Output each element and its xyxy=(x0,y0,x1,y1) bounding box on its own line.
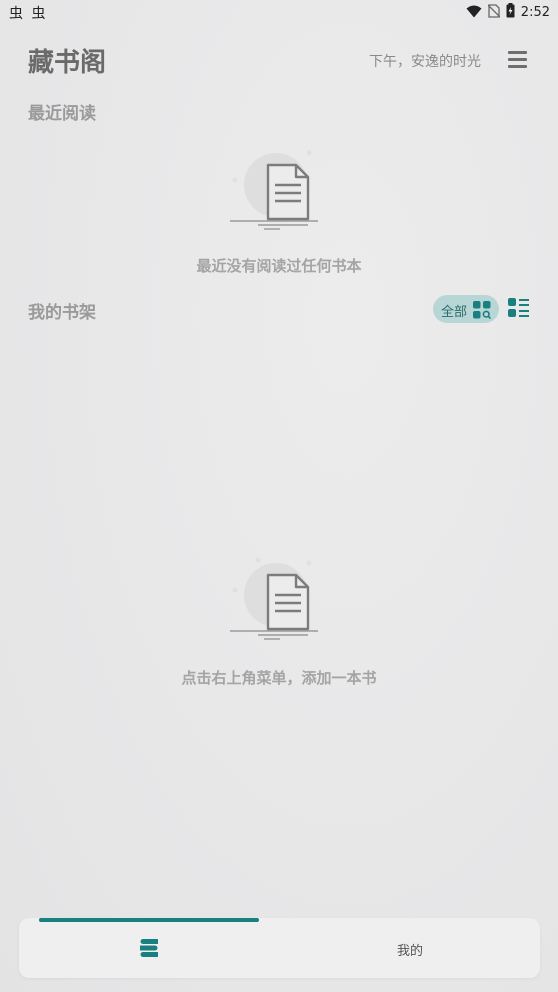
shelf-filter-button[interactable]: 全部 xyxy=(433,295,499,323)
bookshelf-icon xyxy=(139,939,159,961)
greeting-text: 下午，安逸的时光 xyxy=(369,54,481,70)
tab-mine[interactable]: 我的 xyxy=(279,922,540,978)
recent-empty-text: 最近没有阅读过任何书本 xyxy=(196,257,362,275)
filter-label: 全部 xyxy=(441,305,468,320)
document-icon xyxy=(230,557,318,640)
recent-empty-illustration xyxy=(228,147,320,237)
bottom-nav: 我的 xyxy=(19,918,540,978)
hamburger-menu-icon[interactable] xyxy=(505,48,531,72)
tab-bookshelf[interactable] xyxy=(19,922,279,978)
no-sim-icon xyxy=(487,3,501,22)
status-notification-icons: 虫 虫 xyxy=(9,6,48,22)
status-time: 2:52 xyxy=(520,5,550,20)
status-bar: 虫 虫 2:52 xyxy=(0,0,558,24)
recent-reading-title: 最近阅读 xyxy=(28,104,96,124)
status-right-group: 2:52 xyxy=(466,3,550,22)
shelf-empty-illustration xyxy=(228,557,320,647)
my-shelf-title: 我的书架 xyxy=(28,303,96,323)
document-icon xyxy=(230,150,318,230)
shelf-empty-text: 点击右上角菜单，添加一本书 xyxy=(181,669,377,687)
battery-icon xyxy=(506,3,515,22)
wifi-icon xyxy=(466,3,482,22)
list-view-icon[interactable] xyxy=(508,298,530,320)
category-search-icon xyxy=(473,301,492,323)
tab-mine-label: 我的 xyxy=(397,944,424,959)
app-title: 藏书阁 xyxy=(28,48,107,78)
